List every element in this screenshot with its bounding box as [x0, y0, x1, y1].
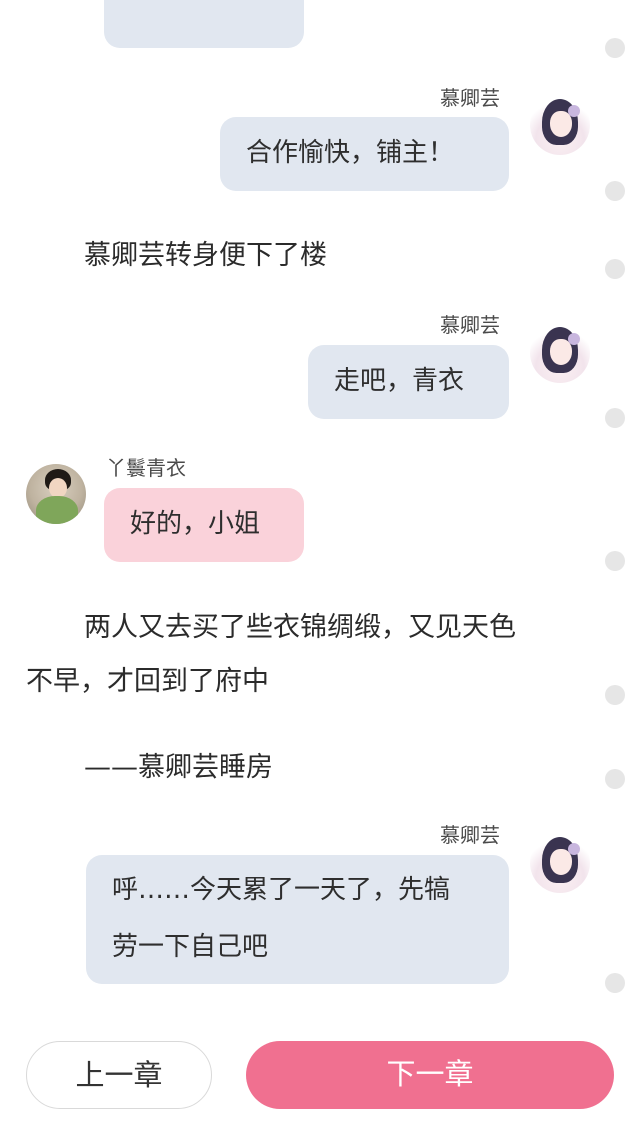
message-bubble: 呼……今天累了一天了，先犒 劳一下自己吧	[86, 855, 509, 984]
message-text: 合作愉快，铺主！	[246, 138, 455, 168]
message-bubble: 合作愉快，铺主！	[220, 117, 509, 191]
speaker-name: 慕卿芸	[440, 823, 500, 847]
message-text-line: 劳一下自己吧	[112, 932, 269, 962]
speaker-avatar[interactable]	[26, 464, 86, 524]
speaker-name: 慕卿芸	[440, 86, 500, 110]
narration-text: ——慕卿芸睡房	[84, 752, 273, 783]
scroll-dot	[605, 551, 625, 571]
speaker-avatar[interactable]	[530, 323, 590, 383]
scroll-dot	[605, 259, 625, 279]
scroll-dot	[605, 973, 625, 993]
speaker-avatar[interactable]	[530, 833, 590, 893]
scroll-dot	[605, 408, 625, 428]
speaker-name: 丫鬟青衣	[106, 456, 186, 480]
narration-line: 不早，才回到了府中	[26, 666, 269, 697]
speaker-avatar[interactable]	[530, 95, 590, 155]
narration-line: 两人又去买了些衣锦绸缎，又见天色	[84, 612, 516, 643]
next-chapter-button[interactable]: 下一章	[246, 1041, 614, 1109]
message-text: 好的，小姐	[130, 509, 261, 539]
message-bubble: 好的，小姐	[104, 488, 304, 562]
message-bubble: 走吧，青衣	[308, 345, 509, 419]
narration-text: 慕卿芸转身便下了楼	[84, 240, 327, 271]
scroll-dot	[605, 38, 625, 58]
message-text-line: 呼……今天累了一天了，先犒	[112, 875, 451, 905]
message-text: 走吧，青衣	[334, 366, 465, 396]
previous-chapter-button[interactable]: 上一章	[26, 1041, 212, 1109]
scroll-dot	[605, 769, 625, 789]
partial-message-bubble	[104, 0, 304, 48]
scroll-dot	[605, 181, 625, 201]
narration-text: 两人又去买了些衣锦绸缎，又见天色 不早，才回到了府中	[26, 601, 586, 709]
speaker-name: 慕卿芸	[440, 313, 500, 337]
scroll-dot	[605, 685, 625, 705]
